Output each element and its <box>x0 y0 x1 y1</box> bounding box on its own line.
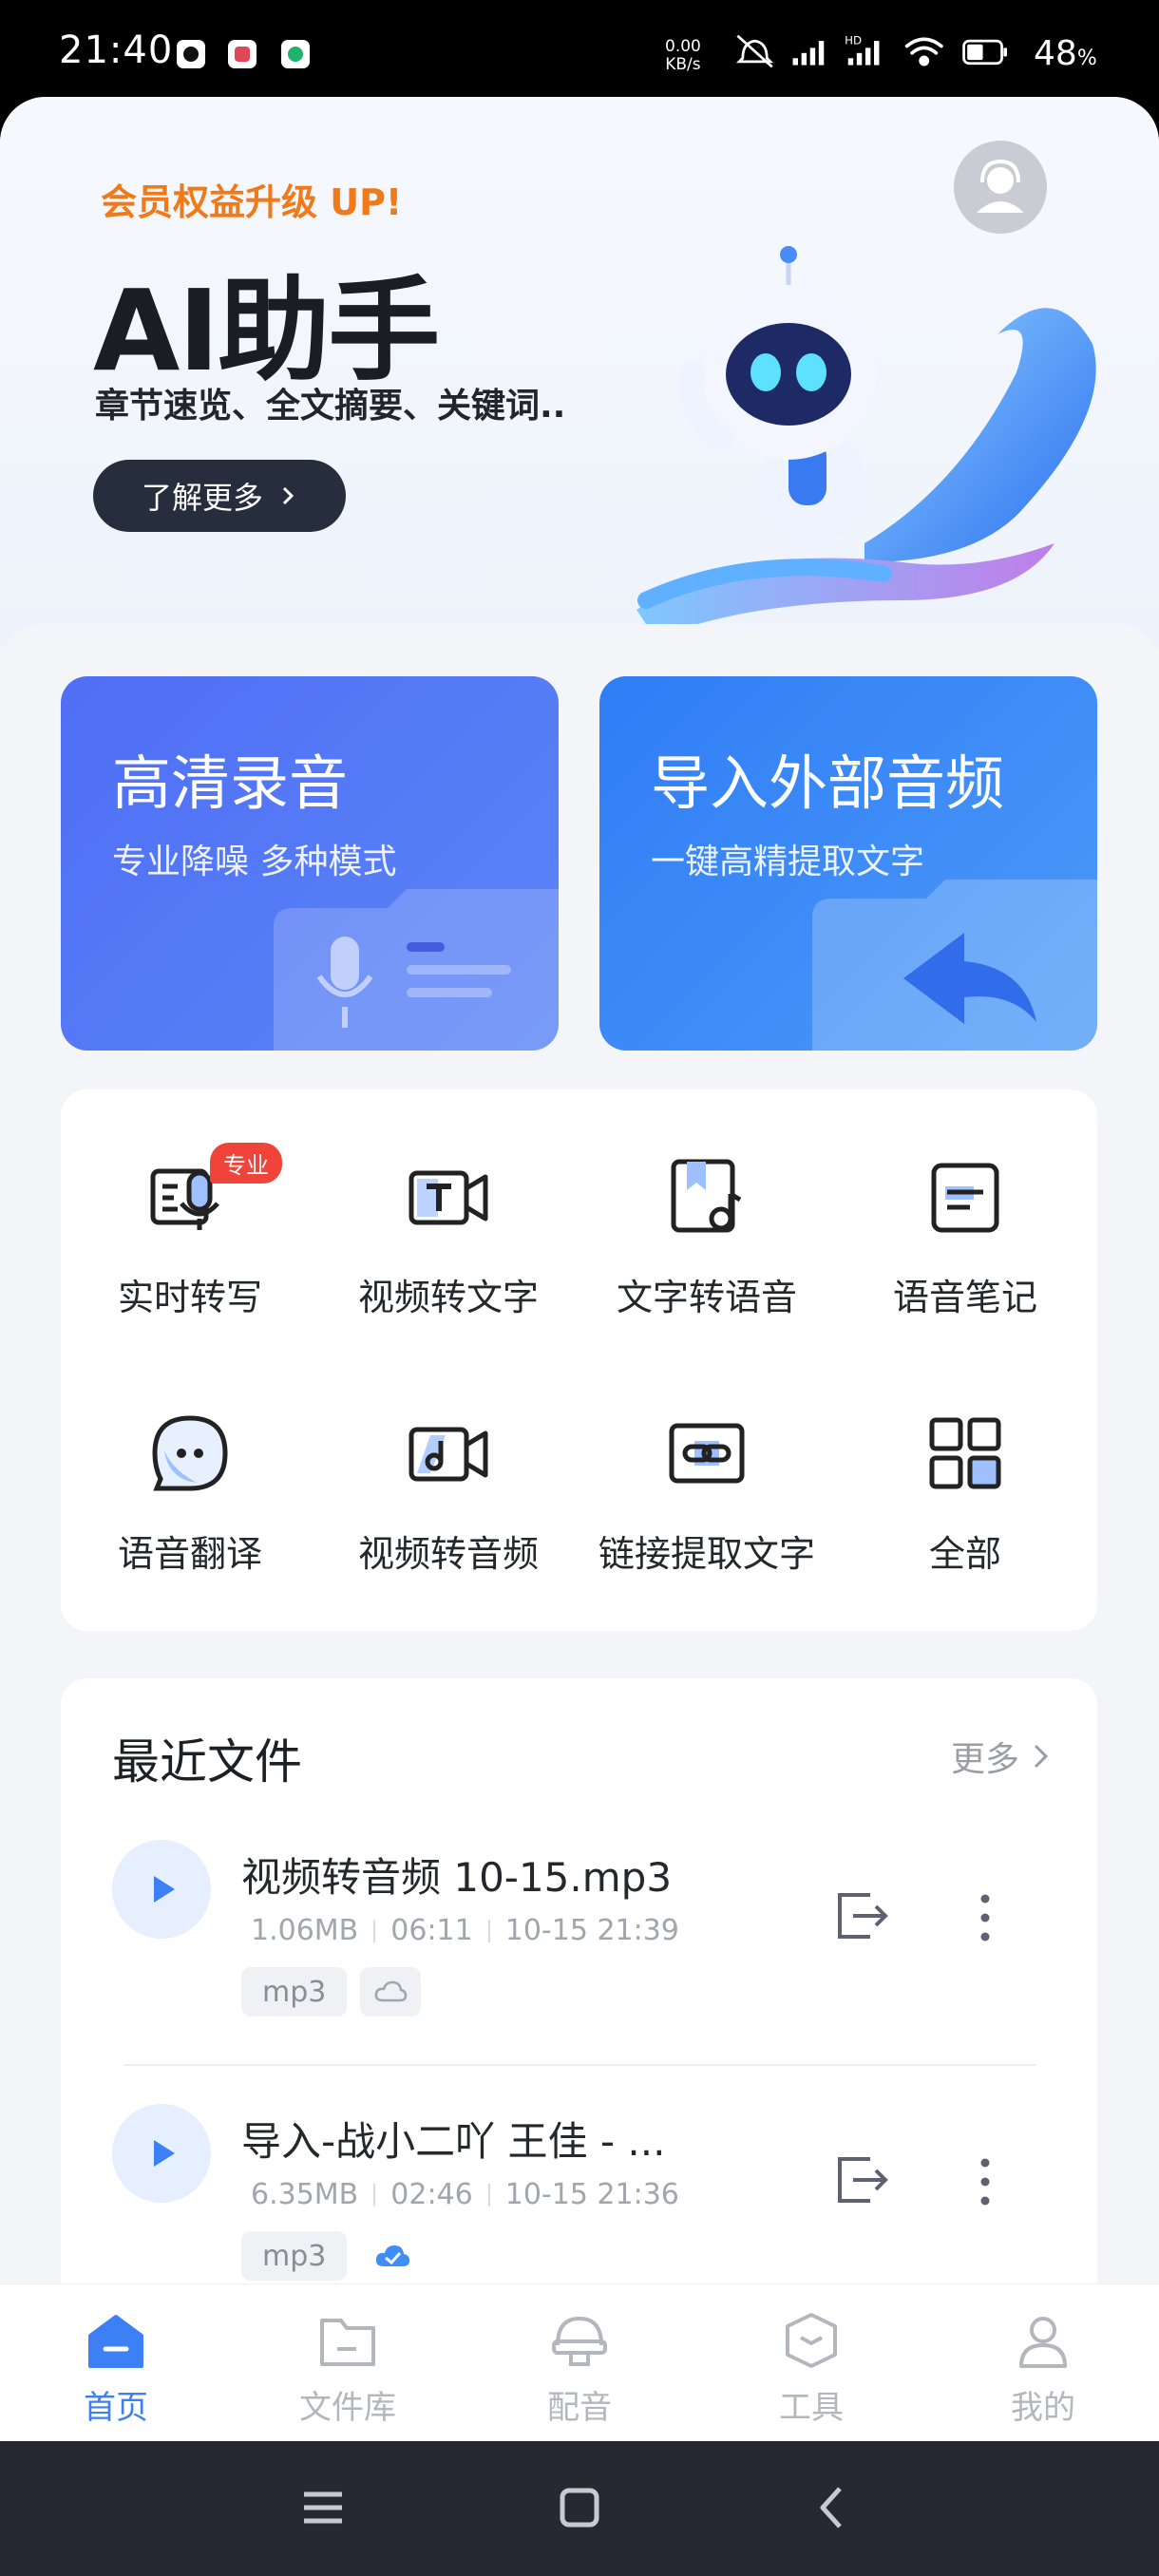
video-to-audio-icon <box>408 1412 489 1494</box>
file-tags: mp3 <box>241 1967 422 2017</box>
profile-icon <box>1019 2317 1067 2368</box>
learn-more-button[interactable]: 了解更多 <box>93 460 346 532</box>
hero-tag: 会员权益升级 UP! <box>101 181 403 223</box>
voice-translate-icon <box>149 1412 231 1494</box>
hero-banner[interactable]: 会员权益升级 UP! AI助手 章节速览、全文摘要、关键词.. 了解更多 <box>0 97 1159 648</box>
file-meta: 1.06MB 06:11 10-15 21:39 <box>251 1914 679 1947</box>
file-meta: 6.35MB 02:46 10-15 21:36 <box>251 2178 679 2211</box>
nav-profile[interactable]: 我的 <box>927 2284 1159 2441</box>
signal-hd-icon: HD <box>845 34 880 66</box>
tool-all[interactable]: 全部 <box>836 1346 1094 1602</box>
card-title: 高清录音 <box>112 748 349 818</box>
divider <box>124 2064 1036 2066</box>
system-navigation-bar <box>0 2441 1159 2576</box>
headset-icon <box>552 2316 607 2366</box>
file-format-tag: mp3 <box>241 1967 348 2017</box>
import-audio-card[interactable]: 导入外部音频 一键高精提取文字 <box>599 676 1097 1051</box>
cloud-check-icon <box>360 2231 425 2281</box>
status-time: 21:40 <box>59 28 174 72</box>
home-square-icon[interactable] <box>551 2479 608 2536</box>
mute-icon <box>735 34 774 68</box>
play-icon <box>154 1876 175 1903</box>
robot-illustration <box>636 246 1096 638</box>
hero-subtitle: 章节速览、全文摘要、关键词.. <box>95 387 566 426</box>
import-folder-icon <box>812 880 1097 1051</box>
toolbox-icon <box>786 2313 837 2368</box>
card-subtitle: 专业降噪 多种模式 <box>112 843 397 881</box>
file-item[interactable]: 视频转音频 10-15.mp3 1.06MB 06:11 10-15 21:39… <box>61 1819 1097 2075</box>
status-bar: 21:40 0.00 KB/s HD 48% <box>0 0 1159 95</box>
hd-recording-card[interactable]: 高清录音 专业降噪 多种模式 <box>61 676 559 1051</box>
tool-label: 语音翻译 <box>117 1533 262 1575</box>
tool-label: 视频转音频 <box>357 1533 539 1575</box>
chevron-right-icon <box>282 486 294 505</box>
play-button[interactable] <box>112 1840 211 1939</box>
play-icon <box>154 2140 175 2167</box>
menu-icon[interactable] <box>294 2479 352 2536</box>
tool-label: 全部 <box>928 1533 1001 1575</box>
link-extract-icon <box>666 1412 748 1494</box>
back-icon[interactable] <box>804 2479 861 2536</box>
text-to-speech-icon <box>666 1156 748 1238</box>
file-format-tag: mp3 <box>241 2231 348 2281</box>
cloud-outline-icon <box>360 1967 422 2017</box>
tool-label: 文字转语音 <box>616 1277 797 1318</box>
tool-label: 实时转写 <box>117 1277 262 1318</box>
recent-files-title: 最近文件 <box>112 1734 302 1790</box>
nav-dubbing[interactable]: 配音 <box>464 2284 695 2441</box>
tool-video-to-audio[interactable]: 视频转音频 <box>319 1346 578 1602</box>
folder-icon <box>320 2319 375 2366</box>
file-tags: mp3 <box>241 2231 425 2281</box>
more-vertical-icon[interactable] <box>971 1889 999 1946</box>
svg-text:HD: HD <box>845 34 862 47</box>
status-icons: HD <box>735 34 1007 68</box>
app-screen: 会员权益升级 UP! AI助手 章节速览、全文摘要、关键词.. 了解更多 高清录… <box>0 97 1159 2441</box>
wifi-icon <box>904 37 943 66</box>
video-to-text-icon <box>408 1156 489 1238</box>
export-icon[interactable] <box>834 2153 891 2207</box>
battery-icon <box>962 39 1007 66</box>
grid-all-icon <box>924 1412 1006 1494</box>
tool-video-to-text[interactable]: 视频转文字 <box>319 1089 578 1346</box>
realtime-transcribe-icon: 专业 <box>149 1143 282 1238</box>
home-icon <box>88 2315 143 2368</box>
voice-note-icon <box>924 1156 1006 1238</box>
tool-link-extract[interactable]: 链接提取文字 <box>578 1346 836 1602</box>
chevron-right-icon <box>1034 1744 1049 1769</box>
network-speed: 0.00 KB/s <box>665 37 701 74</box>
battery-percent: 48% <box>1034 34 1097 73</box>
main-content: 高清录音 专业降噪 多种模式 导入外部音频 一键高精提取文字 专业 实时转写 视… <box>0 624 1159 2441</box>
tool-voice-translate[interactable]: 语音翻译 <box>61 1346 319 1602</box>
app-notification-icon <box>281 40 310 68</box>
export-icon[interactable] <box>834 1889 891 1942</box>
tool-text-to-speech[interactable]: 文字转语音 <box>578 1089 836 1346</box>
play-button[interactable] <box>112 2104 211 2203</box>
tool-voice-note[interactable]: 语音笔记 <box>836 1089 1094 1346</box>
app-notification-icon <box>228 40 256 68</box>
tool-realtime-transcribe[interactable]: 专业 实时转写 <box>61 1089 319 1346</box>
card-subtitle: 一键高精提取文字 <box>651 843 925 881</box>
tools-grid: 专业 实时转写 视频转文字 文字转语音 语音笔记 语音翻译 视频转音频 链接提取… <box>61 1089 1097 1631</box>
tool-label: 链接提取文字 <box>598 1533 815 1575</box>
file-name: 导入-战小二吖 王佳 - ... <box>241 2118 666 2165</box>
file-name: 视频转音频 10-15.mp3 <box>241 1854 673 1901</box>
microphone-folder-icon <box>274 889 559 1051</box>
nav-file-library[interactable]: 文件库 <box>232 2284 464 2441</box>
more-vertical-icon[interactable] <box>971 2153 999 2210</box>
tool-label: 视频转文字 <box>357 1277 539 1318</box>
pro-badge: 专业 <box>210 1143 282 1184</box>
signal-icon <box>792 41 825 66</box>
more-files-link[interactable]: 更多 <box>951 1732 1050 1781</box>
nav-tools[interactable]: 工具 <box>695 2284 927 2441</box>
qq-notification-icon <box>177 40 205 68</box>
card-title: 导入外部音频 <box>651 748 1005 818</box>
nav-home[interactable]: 首页 <box>0 2284 232 2441</box>
bottom-nav: 首页 文件库 配音 工具 我的 <box>0 2283 1159 2441</box>
tool-label: 语音笔记 <box>892 1277 1037 1318</box>
